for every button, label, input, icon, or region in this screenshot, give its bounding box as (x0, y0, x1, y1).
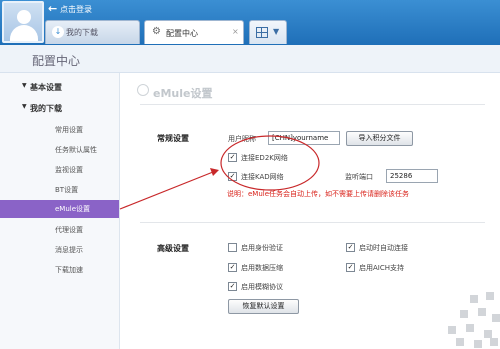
sidebar-item-messages[interactable]: 消息提示 (55, 245, 83, 255)
kad-label: 连接KAD网络 (241, 173, 284, 181)
annotation-arrowhead (210, 168, 219, 176)
expand-triangle-icon: ▼ (22, 103, 27, 110)
nickname-input[interactable]: [CHN]yourname (268, 131, 340, 145)
annotation-arrow (119, 171, 214, 210)
compression-label: 启用数据压缩 (241, 264, 283, 272)
upload-note: 说明：eMule任务会自动上传，如不需要上传请删除该任务 (227, 190, 410, 198)
sidebar-item-common[interactable]: 常用设置 (55, 125, 83, 135)
grid-icon (256, 27, 268, 38)
sidebar-category-my-downloads[interactable]: ▼ 我的下载 (22, 103, 62, 114)
sidebar-item-emule[interactable]: eMule设置 (0, 200, 119, 218)
port-input[interactable]: 25286 (386, 169, 438, 183)
watermark (440, 290, 500, 349)
top-bar: ← 点击登录 ↓ 我的下载 ⚙ 配置中心 × ▼ (0, 0, 500, 45)
download-arrow-icon: ↓ (52, 26, 64, 38)
auto-connect-label: 启动时自动连接 (359, 244, 408, 252)
ed2k-checkbox[interactable]: ✓ (228, 153, 237, 162)
divider (140, 222, 485, 223)
sidebar-item-monitor[interactable]: 监视设置 (55, 165, 83, 175)
divider (140, 104, 485, 105)
login-link[interactable]: 点击登录 (60, 4, 92, 15)
gear-icon: ⚙ (152, 26, 161, 37)
tab-config-center[interactable]: ⚙ 配置中心 × (144, 20, 244, 44)
nickname-label: 用户昵称 (228, 135, 256, 143)
tab-grid-menu[interactable]: ▼ (249, 20, 287, 44)
sidebar-item-task-defaults[interactable]: 任务默认属性 (55, 145, 97, 155)
sidebar: ▼ 基本设置 ▼ 我的下载 常用设置 任务默认属性 监视设置 BT设置 eMul… (0, 73, 120, 349)
auth-checkbox[interactable] (228, 243, 237, 252)
emule-logo-icon (137, 84, 149, 96)
sidebar-category-basic[interactable]: ▼ 基本设置 (22, 82, 62, 93)
user-avatar[interactable] (2, 1, 44, 43)
kad-checkbox[interactable]: ✓ (228, 172, 237, 181)
advanced-settings-label: 高级设置 (157, 244, 189, 253)
restore-defaults-button[interactable]: 恢复默认设置 (228, 299, 299, 314)
chevron-down-icon: ▼ (273, 27, 280, 36)
back-arrow-icon[interactable]: ← (48, 2, 57, 15)
tab-my-downloads[interactable]: ↓ 我的下载 (45, 20, 140, 44)
auto-connect-checkbox[interactable]: ✓ (346, 243, 355, 252)
general-settings-label: 常规设置 (157, 134, 189, 143)
sidebar-item-bt[interactable]: BT设置 (55, 185, 78, 195)
expand-triangle-icon: ▼ (22, 82, 27, 89)
aich-label: 启用AICH支持 (359, 264, 405, 272)
ed2k-label: 连接ED2K网络 (241, 154, 288, 162)
section-title: eMule设置 (137, 84, 212, 101)
sidebar-item-acceleration[interactable]: 下载加速 (55, 265, 83, 275)
page-header: 配置中心 (0, 45, 500, 73)
auth-label: 启用身份验证 (241, 244, 283, 252)
close-tab-icon[interactable]: × (232, 27, 239, 36)
obfuscation-checkbox[interactable]: ✓ (228, 282, 237, 291)
import-credits-button[interactable]: 导入积分文件 (346, 131, 413, 146)
port-label: 监听端口 (345, 173, 373, 181)
compression-checkbox[interactable]: ✓ (228, 263, 237, 272)
obfuscation-label: 启用模糊协议 (241, 283, 283, 291)
sidebar-item-proxy[interactable]: 代理设置 (55, 225, 83, 235)
aich-checkbox[interactable]: ✓ (346, 263, 355, 272)
page-title: 配置中心 (32, 54, 81, 68)
tab-config-center-label: 配置中心 (166, 29, 198, 38)
tab-my-downloads-label: 我的下载 (66, 28, 98, 37)
